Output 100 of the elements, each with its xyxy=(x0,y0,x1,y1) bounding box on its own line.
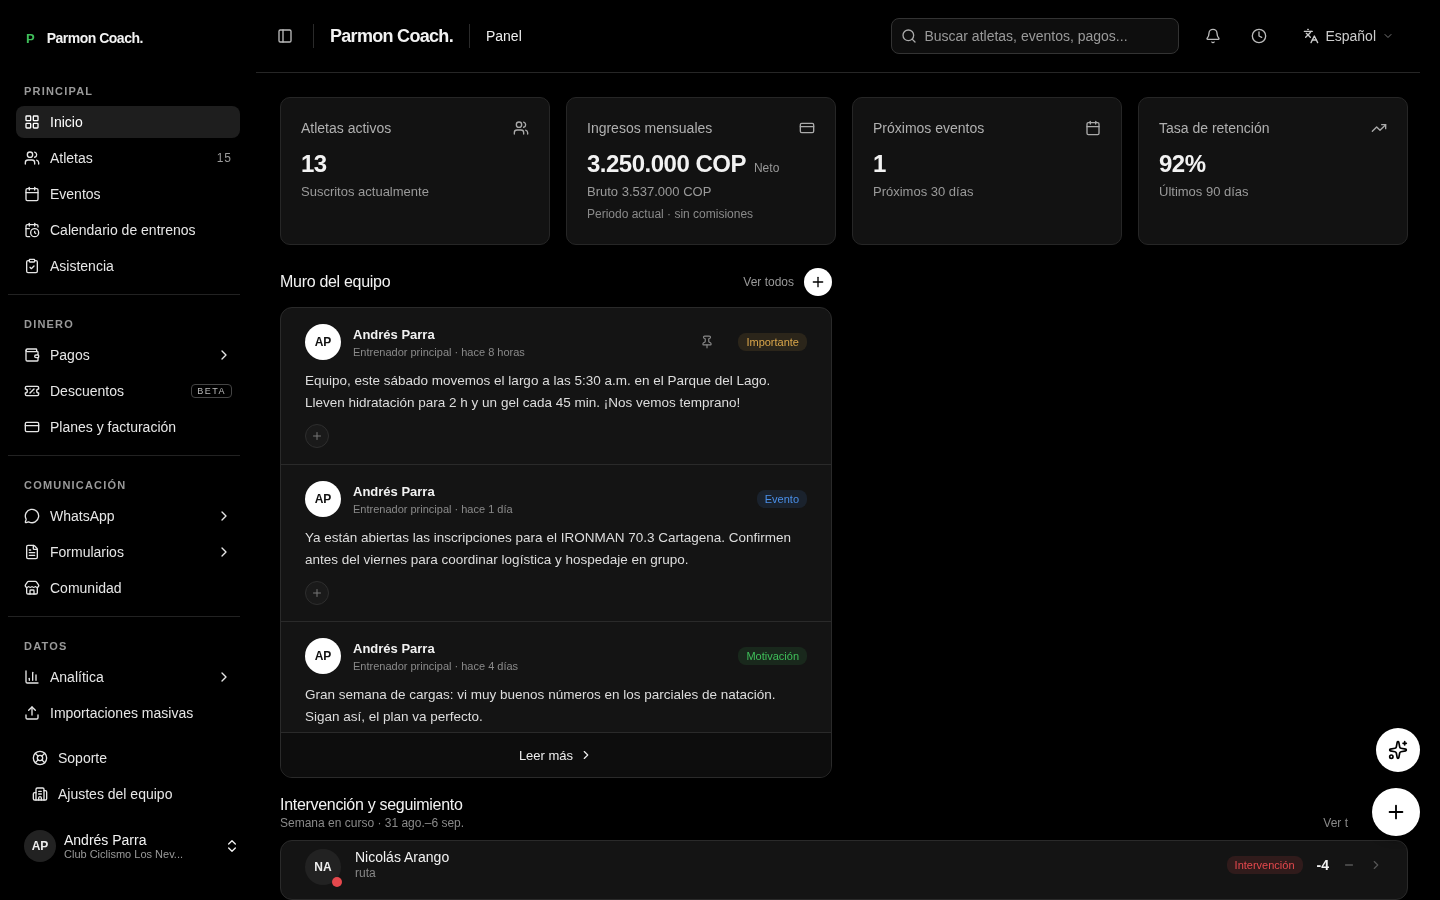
section-label: DATOS xyxy=(23,639,69,654)
calendar-clock-icon xyxy=(24,222,40,238)
post-meta: Entrenador principal · hace 8 horas xyxy=(353,345,526,358)
users-icon xyxy=(513,120,529,136)
user-avatar: AP xyxy=(24,830,56,862)
section-title: Muro del equipo xyxy=(280,273,391,291)
grid-icon xyxy=(24,114,40,130)
add-button[interactable] xyxy=(1372,788,1420,836)
stat-title: Tasa de retención xyxy=(1159,120,1270,136)
stat-value: 1 xyxy=(873,150,886,178)
stat-footnote: Periodo actual · sin comisiones xyxy=(587,207,755,221)
author-avatar: AP xyxy=(305,638,341,674)
stat-subtitle: Últimos 90 días xyxy=(1159,184,1250,199)
score: -4 xyxy=(1316,857,1329,873)
see-all-link[interactable]: Ver todos xyxy=(743,268,832,296)
nav-item[interactable]: Pagos xyxy=(16,339,240,371)
page-title: Panel xyxy=(485,28,522,44)
credit-card-icon xyxy=(24,419,40,435)
nav-item[interactable]: Planes y facturación xyxy=(16,411,240,443)
brand-name: Parmon Coach. xyxy=(46,30,143,46)
section-title: Intervención y seguimiento xyxy=(280,796,464,814)
upload-icon xyxy=(24,705,40,721)
nav-item[interactable]: Eventos xyxy=(16,178,240,210)
nav-item[interactable]: Inicio xyxy=(16,106,240,138)
search-field[interactable]: Buscar atletas, eventos, pagos... xyxy=(891,18,1180,54)
user-club: Club Ciclismo Los Nev... xyxy=(64,848,184,860)
post-text: Gran semana de cargas: vi muy buenos números en los parciales de natación. Sigan así, el plan va perfecto. xyxy=(305,686,777,726)
wallet-icon xyxy=(24,347,40,363)
stat-subtitle: Próximos 30 días xyxy=(873,184,975,199)
stat-note: Neto xyxy=(753,161,780,175)
author-avatar: AP xyxy=(305,324,341,360)
stat-value: 92% xyxy=(1159,150,1206,178)
author-avatar: AP xyxy=(305,481,341,517)
pin-icon[interactable] xyxy=(700,335,715,349)
see-all-link[interactable]: Ver t xyxy=(1323,816,1348,830)
document-icon xyxy=(24,544,40,560)
calendar-icon xyxy=(24,186,40,202)
user-name: Andrés Parra xyxy=(64,832,148,848)
nav-item[interactable]: Comunidad xyxy=(16,572,240,604)
stat-subtitle: Bruto 3.537.000 COP xyxy=(587,184,713,199)
section-label: COMUNICACIÓN xyxy=(23,478,128,493)
plus-icon xyxy=(311,587,323,599)
users-icon xyxy=(24,150,40,166)
nav-item[interactable]: Asistencia xyxy=(16,250,240,282)
chat-bubble-icon xyxy=(24,508,40,524)
lifebuoy-icon xyxy=(32,750,48,766)
nav-item[interactable]: Formularios xyxy=(16,536,240,568)
add-button[interactable] xyxy=(804,268,832,296)
beta-badge: BETA xyxy=(191,384,232,398)
language-selector[interactable]: Español xyxy=(1297,27,1400,45)
nav-item[interactable]: Ajustes del equipo xyxy=(24,778,240,810)
building-icon xyxy=(32,786,48,802)
ticket-icon xyxy=(24,383,40,399)
author-name: Andrés Parra xyxy=(353,483,436,499)
nav-item[interactable]: Atletas 15 xyxy=(16,142,240,174)
logo-mark: P xyxy=(26,30,35,46)
store-icon xyxy=(24,580,40,596)
section-label: DINERO xyxy=(23,317,75,332)
stat-title: Ingresos mensuales xyxy=(587,120,713,136)
bar-chart-icon xyxy=(24,669,40,685)
post-tag: Importante xyxy=(738,333,807,351)
plus-icon xyxy=(810,274,826,290)
nav-item[interactable]: Soporte xyxy=(24,742,240,774)
brand-name: Parmon Coach. xyxy=(330,25,453,47)
stat-value: 3.250.000 COP xyxy=(587,150,746,178)
post-meta: Entrenador principal · hace 4 días xyxy=(353,659,520,672)
section-label: PRINCIPAL xyxy=(23,84,95,99)
athlete-avatar: NA xyxy=(305,849,341,885)
author-name: Andrés Parra xyxy=(353,640,436,656)
author-name: Andrés Parra xyxy=(353,326,436,342)
panel-left-icon xyxy=(277,28,293,44)
translate-icon xyxy=(1303,28,1320,44)
plus-icon xyxy=(311,430,323,442)
credit-card-icon xyxy=(799,120,815,136)
nav-item[interactable]: Analítica xyxy=(16,661,240,693)
search-icon xyxy=(901,28,918,44)
clipboard-check-icon xyxy=(24,258,40,274)
sparkles-icon xyxy=(1388,740,1408,760)
post-tag: Evento xyxy=(756,490,807,508)
calendar-icon xyxy=(1085,120,1101,136)
post-meta: Entrenador principal · hace 1 día xyxy=(353,502,514,515)
section-subtitle: Semana en curso · 31 ago.–6 sep. xyxy=(280,816,465,830)
stat-value: 13 xyxy=(301,150,327,178)
stat-title: Atletas activos xyxy=(301,120,392,136)
nav-item[interactable]: Importaciones masivas xyxy=(16,697,240,729)
read-more-button[interactable]: Leer más xyxy=(281,733,831,777)
status-tag: Intervención xyxy=(1226,856,1303,874)
nav-item[interactable]: WhatsApp xyxy=(16,500,240,532)
post-text: Equipo, este sábado movemos el largo a las 5:30 a.m. en el Parque del Lago. Lleven hidratación para 2 h y un gel cada 45 min. ¡Nos vemos temprano! xyxy=(305,372,772,412)
post-tag: Motivación xyxy=(738,647,807,665)
stat-subtitle: Suscritos actualmente xyxy=(301,184,430,199)
athlete-name: Nicolás Arango xyxy=(355,849,451,866)
nav-item[interactable]: Calendario de entrenos xyxy=(16,214,240,246)
athlete-row[interactable]: NA Nicolás Arango ruta Intervención -4 xyxy=(280,840,1408,900)
count: 15 xyxy=(216,151,232,165)
clock-icon xyxy=(1251,28,1268,44)
ai-assistant-button[interactable] xyxy=(1376,728,1420,772)
bell-icon xyxy=(1205,28,1222,44)
stat-title: Próximos eventos xyxy=(873,120,985,136)
nav-item[interactable]: Descuentos BETA xyxy=(16,375,240,407)
